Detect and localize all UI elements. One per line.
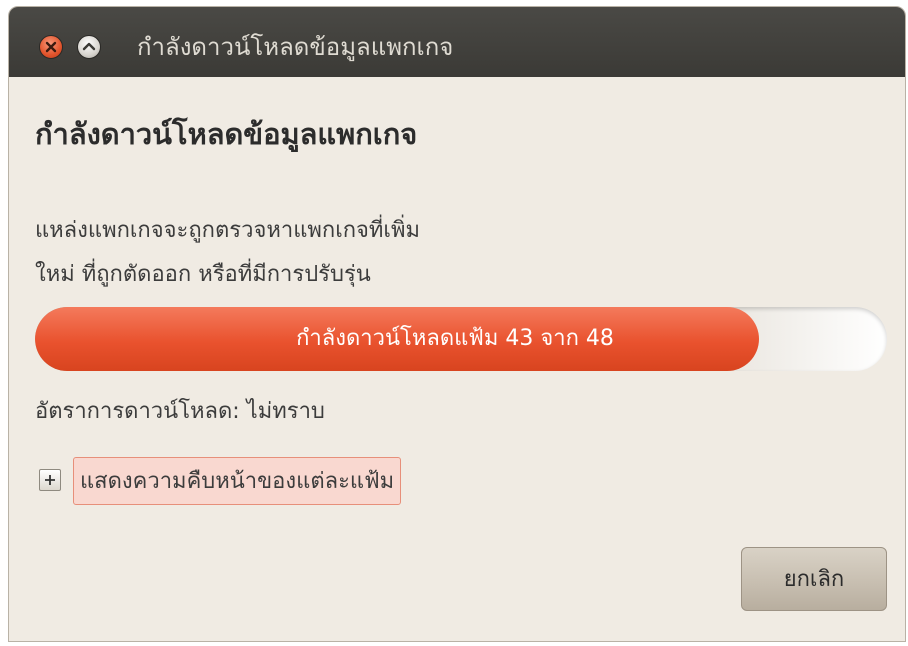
maximize-window-button[interactable] [77,35,101,59]
description-line-1: แหล่งแพกเกจจะถูกตรวจหาแพกเกจที่เพิ่ม [35,218,420,243]
title-bar[interactable]: กำลังดาวน์โหลดข้อมูลแพกเกจ [9,7,905,77]
plus-icon [45,475,55,485]
details-expander-label[interactable]: แสดงความคืบหน้าของแต่ละแฟ้ม [73,457,402,505]
progress-bar-text: กำลังดาวน์โหลดแฟ้ม 43 จาก 48 [296,326,614,351]
maximize-icon [82,42,96,51]
dialog-heading: กำลังดาวน์โหลดข้อมูลแพกเกจ [35,117,418,151]
download-rate-label: อัตราการดาวน์โหลด: ไม่ทราบ [35,399,325,424]
close-window-button[interactable] [39,35,63,59]
window-title: กำลังดาวน์โหลดข้อมูลแพกเกจ [137,33,454,61]
download-progress-bar: กำลังดาวน์โหลดแฟ้ม 43 จาก 48 [35,307,887,371]
description-line-2: ใหม่ ที่ถูกตัดออก หรือที่มีการปรับรุ่น [35,262,371,287]
close-icon [45,41,57,53]
details-expander-toggle[interactable] [39,469,61,491]
cancel-button[interactable]: ยกเลิก [741,547,887,611]
download-dialog-window: กำลังดาวน์โหลดข้อมูลแพกเกจ กำลังดาวน์โหล… [8,6,906,642]
dialog-description: แหล่งแพกเกจจะถูกตรวจหาแพกเกจที่เพิ่ม ใหม… [35,209,595,297]
